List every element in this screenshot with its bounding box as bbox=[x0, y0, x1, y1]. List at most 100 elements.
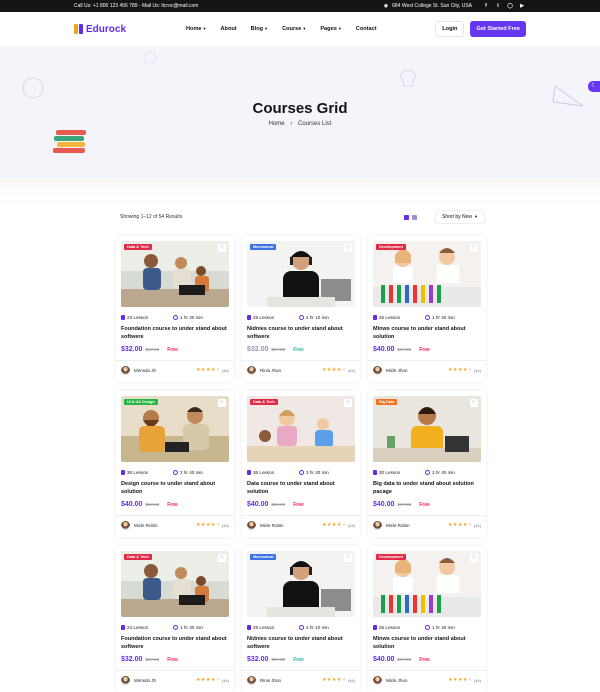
twitter-icon[interactable]: t bbox=[494, 3, 502, 9]
address-text: 684 West College St. Sun City, USA bbox=[392, 3, 472, 9]
avatar[interactable] bbox=[373, 675, 382, 685]
heart-icon[interactable]: ♡ bbox=[218, 399, 226, 407]
course-title[interactable]: Foundation course to under stand about s… bbox=[121, 325, 229, 341]
heart-icon[interactable]: ♡ bbox=[470, 554, 478, 562]
author-name[interactable]: Micle Robin bbox=[134, 523, 196, 528]
instagram-icon[interactable]: ◯ bbox=[506, 3, 514, 9]
heart-icon[interactable]: ♡ bbox=[470, 244, 478, 252]
avatar[interactable] bbox=[247, 675, 256, 685]
course-title[interactable]: Nidnies course to under stand about soft… bbox=[247, 325, 355, 341]
avatar[interactable] bbox=[121, 365, 130, 375]
course-image[interactable]: Data & Tech ♡ bbox=[121, 551, 229, 617]
author-name[interactable]: Mirnsdo Jh bbox=[134, 368, 196, 373]
current-price: $32.00 bbox=[247, 346, 269, 353]
clock-icon bbox=[173, 625, 178, 630]
course-image[interactable]: Mechanical ♡ bbox=[247, 551, 355, 617]
page-title: Courses Grid bbox=[252, 100, 348, 117]
course-card[interactable]: Mechanical ♡ 29 Lesson 2 hr 10 min Nidni… bbox=[242, 236, 360, 382]
heart-icon[interactable]: ♡ bbox=[218, 244, 226, 252]
book-icon bbox=[121, 625, 125, 630]
course-title[interactable]: Big data to under stand about solution p… bbox=[373, 480, 481, 496]
course-card[interactable]: Data & Tech ♡ 23 Lesson 1 hr 30 min Foun… bbox=[116, 236, 234, 382]
book-logo-icon bbox=[74, 24, 83, 34]
avatar[interactable] bbox=[373, 365, 382, 375]
youtube-icon[interactable]: ▶ bbox=[518, 3, 526, 9]
course-card[interactable]: Mechanical ♡ 29 Lesson 2 hr 10 min Nidni… bbox=[242, 546, 360, 692]
course-image[interactable]: Big Data ♡ bbox=[373, 396, 481, 462]
course-title[interactable]: Nidnies course to under stand about soft… bbox=[247, 635, 355, 651]
dark-mode-toggle[interactable]: ☾ bbox=[588, 81, 600, 92]
course-image[interactable]: Development ♡ bbox=[373, 241, 481, 307]
nav-contact[interactable]: Contact bbox=[356, 26, 377, 32]
author-name[interactable]: Mirnsdo Jh bbox=[134, 678, 196, 683]
card-footer: Mirnsdo Jh ★★★★★ (44) bbox=[121, 675, 229, 685]
heart-icon[interactable]: ♡ bbox=[218, 554, 226, 562]
author-name[interactable]: Rinis Jhon bbox=[260, 678, 322, 683]
chevron-down-icon: ▼ bbox=[264, 26, 269, 31]
chevron-down-icon: ▼ bbox=[202, 26, 207, 31]
avatar[interactable] bbox=[121, 675, 130, 685]
star-rating: ★★★★★ bbox=[447, 367, 473, 373]
free-label: Free bbox=[293, 657, 304, 663]
category-badge: Mechanical bbox=[250, 244, 277, 250]
course-title[interactable]: Data course to under stand about solutio… bbox=[247, 480, 355, 496]
review-count: (44) bbox=[221, 677, 229, 683]
course-card[interactable]: Data & Tech ♡ 36 Lesson 3 hr 40 min Data… bbox=[242, 391, 360, 537]
course-price: $40.00 $67.00 Free bbox=[373, 501, 481, 508]
avatar[interactable] bbox=[247, 365, 256, 375]
sort-select[interactable]: Short by New ▼ bbox=[435, 210, 485, 224]
book-icon bbox=[247, 625, 251, 630]
current-price: $40.00 bbox=[373, 501, 395, 508]
card-footer: Micle Jhon ★★★★★ (44) bbox=[373, 675, 481, 685]
facebook-icon[interactable]: f bbox=[482, 3, 490, 9]
heart-icon[interactable]: ♡ bbox=[344, 244, 352, 252]
course-card[interactable]: UI & UX Design ♡ 36 Lesson 3 hr 40 min D… bbox=[116, 391, 234, 537]
course-card[interactable]: Big Data ♡ 30 Lesson 3 hr 40 min Big dat… bbox=[368, 391, 486, 537]
author-name[interactable]: Micle Robin bbox=[386, 523, 448, 528]
nav-home[interactable]: Home▼ bbox=[186, 26, 207, 32]
author-name[interactable]: Micle Jhon bbox=[386, 368, 448, 373]
clock-icon bbox=[173, 315, 178, 320]
nav-blog[interactable]: Blog▼ bbox=[251, 26, 268, 32]
author-name[interactable]: Micle Jhon bbox=[386, 678, 448, 683]
course-image[interactable]: Data & Tech ♡ bbox=[247, 396, 355, 462]
course-image[interactable]: Mechanical ♡ bbox=[247, 241, 355, 307]
book-icon bbox=[247, 470, 251, 475]
heart-icon[interactable]: ♡ bbox=[470, 399, 478, 407]
old-price: $67.00 bbox=[145, 347, 160, 352]
heart-icon[interactable]: ♡ bbox=[344, 554, 352, 562]
author-name[interactable]: Rinis Jhon bbox=[260, 368, 322, 373]
course-meta: 23 Lesson 1 hr 30 min bbox=[121, 315, 229, 320]
review-count: (44) bbox=[473, 522, 481, 528]
heart-icon[interactable]: ♡ bbox=[344, 399, 352, 407]
breadcrumb-home[interactable]: Home bbox=[269, 121, 285, 127]
avatar[interactable] bbox=[121, 520, 130, 530]
course-title[interactable]: Minws course to under stand about soluti… bbox=[373, 635, 481, 651]
course-title[interactable]: Minws course to under stand about soluti… bbox=[373, 325, 481, 341]
avatar[interactable] bbox=[373, 520, 382, 530]
review-count: (44) bbox=[221, 367, 229, 373]
card-divider bbox=[368, 360, 486, 361]
nav-about[interactable]: About bbox=[221, 26, 237, 32]
nav-pages[interactable]: Pages▼ bbox=[320, 26, 341, 32]
star-rating: ★★★★★ bbox=[321, 677, 347, 683]
course-image[interactable]: Development ♡ bbox=[373, 551, 481, 617]
logo[interactable]: Edurock bbox=[74, 24, 186, 35]
list-view-icon[interactable] bbox=[412, 214, 417, 220]
course-title[interactable]: Design course to under stand about solut… bbox=[121, 480, 229, 496]
course-card[interactable]: Development ♡ 25 Lesson 1 hr 40 min Minw… bbox=[368, 546, 486, 692]
author-name[interactable]: Micle Robin bbox=[260, 523, 322, 528]
course-card[interactable]: Data & Tech ♡ 23 Lesson 1 hr 30 min Foun… bbox=[116, 546, 234, 692]
books-illustration bbox=[52, 128, 88, 156]
free-label: Free bbox=[419, 347, 430, 353]
get-started-button[interactable]: Get Started Free bbox=[470, 21, 526, 37]
avatar[interactable] bbox=[247, 520, 256, 530]
course-title[interactable]: Foundation course to under stand about s… bbox=[121, 635, 229, 651]
nav-course[interactable]: Course▼ bbox=[282, 26, 306, 32]
login-button[interactable]: Login bbox=[435, 21, 465, 37]
course-card[interactable]: Development ♡ 25 Lesson 1 hr 40 min Minw… bbox=[368, 236, 486, 382]
course-image[interactable]: Data & Tech ♡ bbox=[121, 241, 229, 307]
grid-view-icon[interactable] bbox=[404, 214, 409, 220]
review-count: (44) bbox=[473, 367, 481, 373]
course-image[interactable]: UI & UX Design ♡ bbox=[121, 396, 229, 462]
